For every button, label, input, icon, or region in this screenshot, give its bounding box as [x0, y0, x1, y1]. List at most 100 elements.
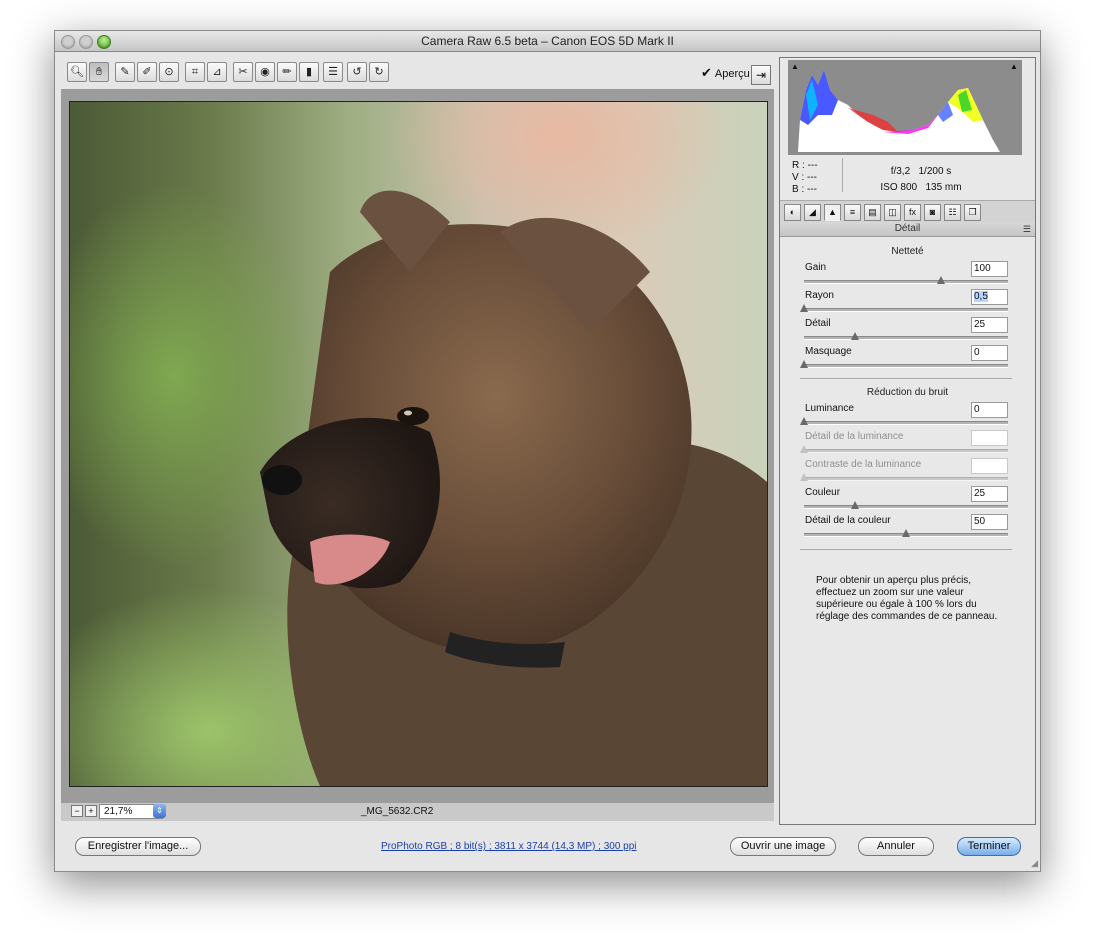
- gain-slider[interactable]: [804, 276, 1008, 284]
- tab-detail-icon[interactable]: ▲: [824, 204, 841, 221]
- section-divider: [800, 549, 1012, 550]
- info-divider: [842, 158, 843, 192]
- rotate-left-icon[interactable]: ↺: [347, 62, 367, 82]
- zoom-out-button[interactable]: −: [71, 805, 83, 817]
- preferences-icon[interactable]: ☰: [323, 62, 343, 82]
- luminance-slider-knob[interactable]: [800, 417, 808, 425]
- tab-tone-curve-icon[interactable]: ◢: [804, 204, 821, 221]
- tab-camera-calibration-icon[interactable]: ◙: [924, 204, 941, 221]
- luminance-detail-label: Détail de la luminance: [805, 431, 904, 442]
- tab-basic-icon[interactable]: ◐: [784, 204, 801, 221]
- window-title: Camera Raw 6.5 beta – Canon EOS 5D Mark …: [421, 34, 674, 48]
- tab-presets-icon[interactable]: ☷: [944, 204, 961, 221]
- radius-slider[interactable]: [800, 304, 1008, 312]
- exif-info: f/3,2 1/200 s ISO 800 135 mm: [866, 164, 976, 196]
- luminance-value-field[interactable]: 0: [971, 402, 1008, 418]
- masking-label: Masquage: [805, 346, 852, 357]
- luminance-detail-value-field: [971, 430, 1008, 446]
- radius-value-text: 0,5: [974, 291, 988, 302]
- rgb-readout: R : --- V : --- B : ---: [792, 160, 818, 196]
- luminance-contrast-slider-knob: [800, 473, 808, 481]
- b-value: ---: [807, 184, 818, 195]
- histogram-graph: [798, 70, 1000, 152]
- masking-value-field[interactable]: 0: [971, 345, 1008, 361]
- panel-menu-icon[interactable]: ☰: [1023, 222, 1031, 236]
- sharpening-title: Netteté: [891, 246, 924, 257]
- luminance-contrast-label: Contraste de la luminance: [805, 459, 922, 470]
- tab-lens-corrections-icon[interactable]: ◫: [884, 204, 901, 221]
- luminance-contrast-value-field: [971, 458, 1008, 474]
- noise-reduction-title: Réduction du bruit: [866, 387, 949, 398]
- tab-snapshots-icon[interactable]: ❐: [964, 204, 981, 221]
- tab-split-toning-icon[interactable]: ▤: [864, 204, 881, 221]
- gain-label: Gain: [805, 262, 827, 273]
- aperture-value: f/3,2: [890, 166, 911, 177]
- color-value-field[interactable]: 25: [971, 486, 1008, 502]
- v-value: ---: [807, 172, 818, 183]
- checkmark-icon: ✔: [701, 65, 712, 80]
- tab-effects-icon[interactable]: fx: [904, 204, 921, 221]
- preview-label: Aperçu: [714, 68, 750, 80]
- color-detail-value-field[interactable]: 50: [971, 514, 1008, 530]
- rotate-right-icon[interactable]: ↻: [369, 62, 389, 82]
- adjustments-panel: ▲ ▲ R : --- V : --- B : --- f/3,2 1/200 …: [779, 57, 1036, 825]
- hand-icon[interactable]: ✋︎: [89, 62, 109, 82]
- open-image-button[interactable]: Ouvrir une image: [730, 837, 836, 856]
- workflow-options-link[interactable]: ProPhoto RGB ; 8 bit(s) ; 3811 x 3744 (1…: [381, 841, 637, 852]
- white-balance-icon[interactable]: ✎: [115, 62, 135, 82]
- zoom-icon[interactable]: 🔍︎: [67, 62, 87, 82]
- color-detail-label: Détail de la couleur: [805, 515, 891, 526]
- masking-slider[interactable]: [800, 360, 1008, 368]
- color-slider-knob[interactable]: [851, 501, 859, 509]
- crop-icon[interactable]: ⌗: [185, 62, 205, 82]
- radius-slider-knob[interactable]: [800, 304, 808, 312]
- preview-note: Pour obtenir un aperçu plus précis, effe…: [816, 575, 998, 622]
- zoom-dropdown-icon[interactable]: ⇕: [153, 804, 166, 818]
- preview-image: [69, 101, 768, 787]
- camera-raw-window: Camera Raw 6.5 beta – Canon EOS 5D Mark …: [54, 30, 1041, 872]
- panel-tabs: ◐ ◢ ▲ ≡ ▤ ◫ fx ◙ ☷ ❐: [780, 200, 1035, 224]
- gain-value-field[interactable]: 100: [971, 261, 1008, 277]
- file-name: _MG_5632.CR2: [361, 806, 434, 817]
- preview-toggle[interactable]: ✔ Aperçu: [701, 65, 750, 81]
- target-adjust-icon[interactable]: ⊙: [159, 62, 179, 82]
- done-button[interactable]: Terminer: [957, 837, 1021, 856]
- detail-slider[interactable]: [804, 332, 1008, 340]
- detail-value-field[interactable]: 25: [971, 317, 1008, 333]
- resize-grip-icon[interactable]: ◢: [1031, 858, 1038, 869]
- color-detail-slider[interactable]: [804, 529, 1008, 537]
- save-image-button[interactable]: Enregistrer l'image...: [75, 837, 201, 856]
- color-sampler-icon[interactable]: ✐: [137, 62, 157, 82]
- tool-bar: 🔍︎ ✋︎ ✎ ✐ ⊙ ⌗ ⊿ ✂ ◉ ✏ ▮ ☰ ↺ ↻ ✔ Aperçu: [63, 61, 773, 83]
- masking-slider-knob[interactable]: [800, 360, 808, 368]
- color-detail-slider-knob[interactable]: [902, 529, 910, 537]
- spot-removal-icon[interactable]: ✂: [233, 62, 253, 82]
- radius-value-field[interactable]: 0,5: [971, 289, 1008, 305]
- straighten-icon[interactable]: ⊿: [207, 62, 227, 82]
- histogram: ▲ ▲: [788, 60, 1022, 155]
- adjustment-brush-icon[interactable]: ✏: [277, 62, 297, 82]
- panel-title: Détail: [894, 223, 921, 234]
- panel-header: Détail ☰: [780, 222, 1035, 237]
- gain-slider-knob[interactable]: [936, 276, 945, 284]
- puppy-photo: [260, 190, 767, 786]
- luminance-slider[interactable]: [800, 417, 1008, 425]
- r-label: R :: [792, 160, 805, 171]
- image-canvas[interactable]: [61, 89, 774, 803]
- graduated-filter-icon[interactable]: ▮: [299, 62, 319, 82]
- fullscreen-toggle-icon[interactable]: ⇥: [751, 65, 771, 85]
- color-label: Couleur: [805, 487, 841, 498]
- shutter-value: 1/200 s: [918, 166, 952, 177]
- zoom-in-button[interactable]: +: [85, 805, 97, 817]
- title-bar[interactable]: Camera Raw 6.5 beta – Canon EOS 5D Mark …: [55, 31, 1040, 52]
- tab-hsl-icon[interactable]: ≡: [844, 204, 861, 221]
- detail-slider-knob[interactable]: [851, 332, 859, 340]
- cancel-button[interactable]: Annuler: [858, 837, 934, 856]
- canvas-status-bar: − + 21,7% ⇕ _MG_5632.CR2: [61, 803, 774, 821]
- detail-label: Détail: [805, 318, 831, 329]
- highlight-clipping-icon[interactable]: ▲: [1010, 62, 1020, 71]
- r-value: ---: [807, 160, 818, 171]
- color-slider[interactable]: [804, 501, 1008, 509]
- shadow-clipping-icon[interactable]: ▲: [791, 62, 801, 71]
- red-eye-icon[interactable]: ◉: [255, 62, 275, 82]
